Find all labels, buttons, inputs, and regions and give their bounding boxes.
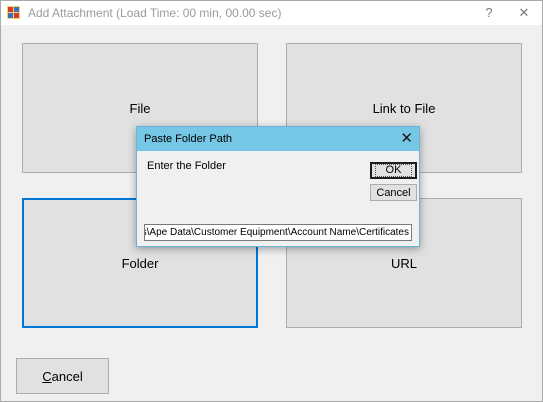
link-to-file-tile-label: Link to File <box>372 100 436 116</box>
folder-path-input[interactable]: d_X_Files\Ape Data\Customer Equipment\Ac… <box>144 224 412 241</box>
dialog-cancel-label: Cancel <box>376 186 411 199</box>
add-attachment-window: Add Attachment (Load Time: 00 min, 00.00… <box>0 0 543 402</box>
dialog-title-bar: Paste Folder Path ✕ <box>137 127 419 151</box>
file-tile-label: File <box>129 100 151 116</box>
url-tile-label: URL <box>390 255 417 271</box>
dialog-cancel-button[interactable]: Cancel <box>370 184 417 201</box>
cancel-accelerator: C <box>42 368 52 384</box>
dialog-ok-button[interactable]: OK <box>370 162 417 179</box>
dialog-prompt-label: Enter the Folder <box>147 160 226 172</box>
window-title: Add Attachment (Load Time: 00 min, 00.00… <box>28 6 282 20</box>
paste-folder-path-dialog: Paste Folder Path ✕ Enter the Folder OK … <box>136 126 420 247</box>
dialog-close-icon[interactable]: ✕ <box>400 130 413 148</box>
folder-path-value: d_X_Files\Ape Data\Customer Equipment\Ac… <box>145 227 409 238</box>
close-button[interactable]: ✕ <box>509 3 539 23</box>
title-bar: Add Attachment (Load Time: 00 min, 00.00… <box>1 1 542 25</box>
cancel-label-rest: ancel <box>51 368 83 384</box>
folder-tile-label: Folder <box>121 255 159 271</box>
app-icon <box>7 6 20 19</box>
dialog-title: Paste Folder Path <box>144 133 233 145</box>
dialog-ok-label: OK <box>374 164 413 177</box>
help-button[interactable]: ? <box>474 3 504 23</box>
cancel-button[interactable]: Cancel <box>16 358 109 394</box>
